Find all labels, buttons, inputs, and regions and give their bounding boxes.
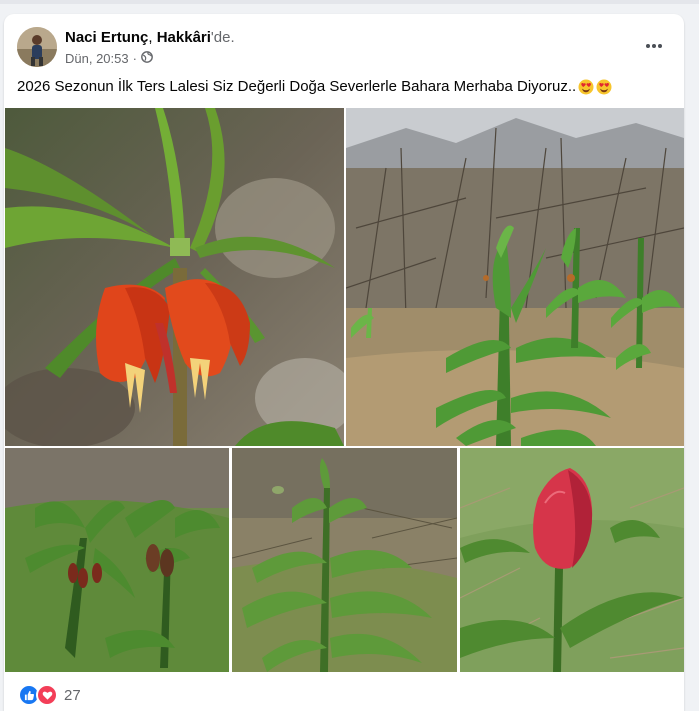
more-icon xyxy=(646,44,662,48)
globe-icon xyxy=(141,51,153,66)
location-suffix: 'de. xyxy=(210,29,235,46)
location-name[interactable]: Hakkâri xyxy=(157,29,211,46)
love-icon xyxy=(36,684,58,706)
post-timestamp[interactable]: Dün, 20:53 xyxy=(65,51,129,66)
meta-dot: · xyxy=(132,51,137,66)
photo-crown-imperial-buds[interactable] xyxy=(5,448,229,672)
photo-crown-imperial-field[interactable] xyxy=(346,108,684,446)
caption-text: 2026 Sezonun İlk Ters Lalesi Siz Değerli… xyxy=(17,78,577,95)
avatar[interactable] xyxy=(17,27,57,67)
photo-crown-imperial-closeup[interactable] xyxy=(5,108,344,446)
photo-crown-imperial-young[interactable] xyxy=(232,448,457,672)
feed-top-divider xyxy=(0,0,699,4)
reaction-count: 27 xyxy=(64,686,81,704)
location-separator: , xyxy=(148,29,157,46)
post-meta: Dün, 20:53 · xyxy=(65,51,153,66)
feed-post-card: Naci Ertunç, Hakkâri'de. Dün, 20:53 · 20… xyxy=(4,14,684,711)
heart-eyes-emoji xyxy=(596,79,612,95)
author-name[interactable]: Naci Ertunç xyxy=(65,29,148,46)
post-caption: 2026 Sezonun İlk Ters Lalesi Siz Değerli… xyxy=(17,78,612,95)
photo-red-tulip[interactable] xyxy=(460,448,684,672)
reaction-summary[interactable]: 27 xyxy=(18,684,81,706)
post-author-line: Naci Ertunç, Hakkâri'de. xyxy=(65,29,235,46)
avatar-image xyxy=(17,27,57,67)
more-options-button[interactable] xyxy=(640,36,668,56)
heart-eyes-emoji xyxy=(578,79,594,95)
